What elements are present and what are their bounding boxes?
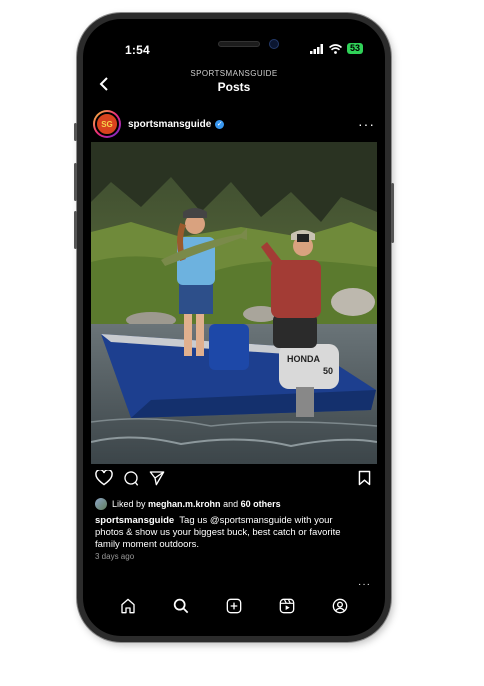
signal-icon: [309, 43, 323, 54]
nav-title: Posts: [217, 80, 251, 94]
engine-hp-label: 50: [323, 366, 333, 376]
liker-avatar[interactable]: [95, 498, 107, 510]
phone-screen: 1:54 53 SPORTSMANSGUIDE Posts SG sportsm…: [83, 19, 385, 636]
next-post-more-icon[interactable]: ···: [358, 579, 371, 590]
more-icon[interactable]: ···: [358, 116, 375, 132]
bookmark-icon[interactable]: [358, 470, 371, 486]
reels-icon[interactable]: [279, 598, 295, 614]
search-icon[interactable]: [173, 598, 189, 614]
post-image[interactable]: HONDA 50: [91, 142, 377, 464]
share-icon[interactable]: [149, 470, 165, 486]
mute-switch: [74, 123, 77, 141]
avatar-logo: SG: [95, 112, 119, 136]
likes-prefix: Liked by: [112, 499, 146, 509]
front-camera: [269, 39, 279, 49]
caption-username[interactable]: sportsmansguide: [95, 515, 174, 526]
phone-frame: 1:54 53 SPORTSMANSGUIDE Posts SG sportsm…: [74, 13, 394, 642]
comment-icon[interactable]: [123, 470, 139, 486]
avatar[interactable]: SG: [93, 110, 121, 138]
volume-up-button: [74, 163, 77, 201]
post-time: 3 days ago: [95, 552, 135, 561]
nav-header: SPORTSMANSGUIDE Posts: [83, 69, 385, 94]
profile-icon[interactable]: [332, 598, 348, 614]
speaker-grille: [218, 41, 260, 47]
status-time: 1:54: [125, 43, 150, 57]
tab-bar: [83, 591, 385, 621]
post-username[interactable]: sportsmansguide: [128, 119, 211, 130]
post-header: SG sportsmansguide ✓ ···: [93, 109, 375, 139]
power-button: [391, 183, 394, 243]
heart-icon[interactable]: [95, 470, 113, 486]
wifi-icon: [328, 43, 342, 54]
create-icon[interactable]: [226, 598, 242, 614]
volume-down-button: [74, 211, 77, 249]
status-icons: 53: [309, 43, 363, 54]
likes-line: Liked by meghan.m.krohn and 60 others: [95, 498, 281, 510]
battery-indicator: 53: [346, 43, 363, 54]
likes-user[interactable]: meghan.m.krohn: [148, 499, 221, 509]
nav-subtitle: SPORTSMANSGUIDE: [190, 69, 278, 78]
post-caption: sportsmansguide Tag us @sportsmansguide …: [95, 515, 355, 551]
home-icon[interactable]: [120, 598, 136, 614]
likes-count[interactable]: 60 others: [241, 499, 281, 509]
verified-badge-icon: ✓: [215, 119, 225, 129]
action-bar: [95, 470, 373, 490]
fishing-boat-photo: HONDA 50: [91, 142, 377, 464]
engine-brand-label: HONDA: [287, 354, 320, 364]
likes-mid: and: [223, 499, 239, 509]
